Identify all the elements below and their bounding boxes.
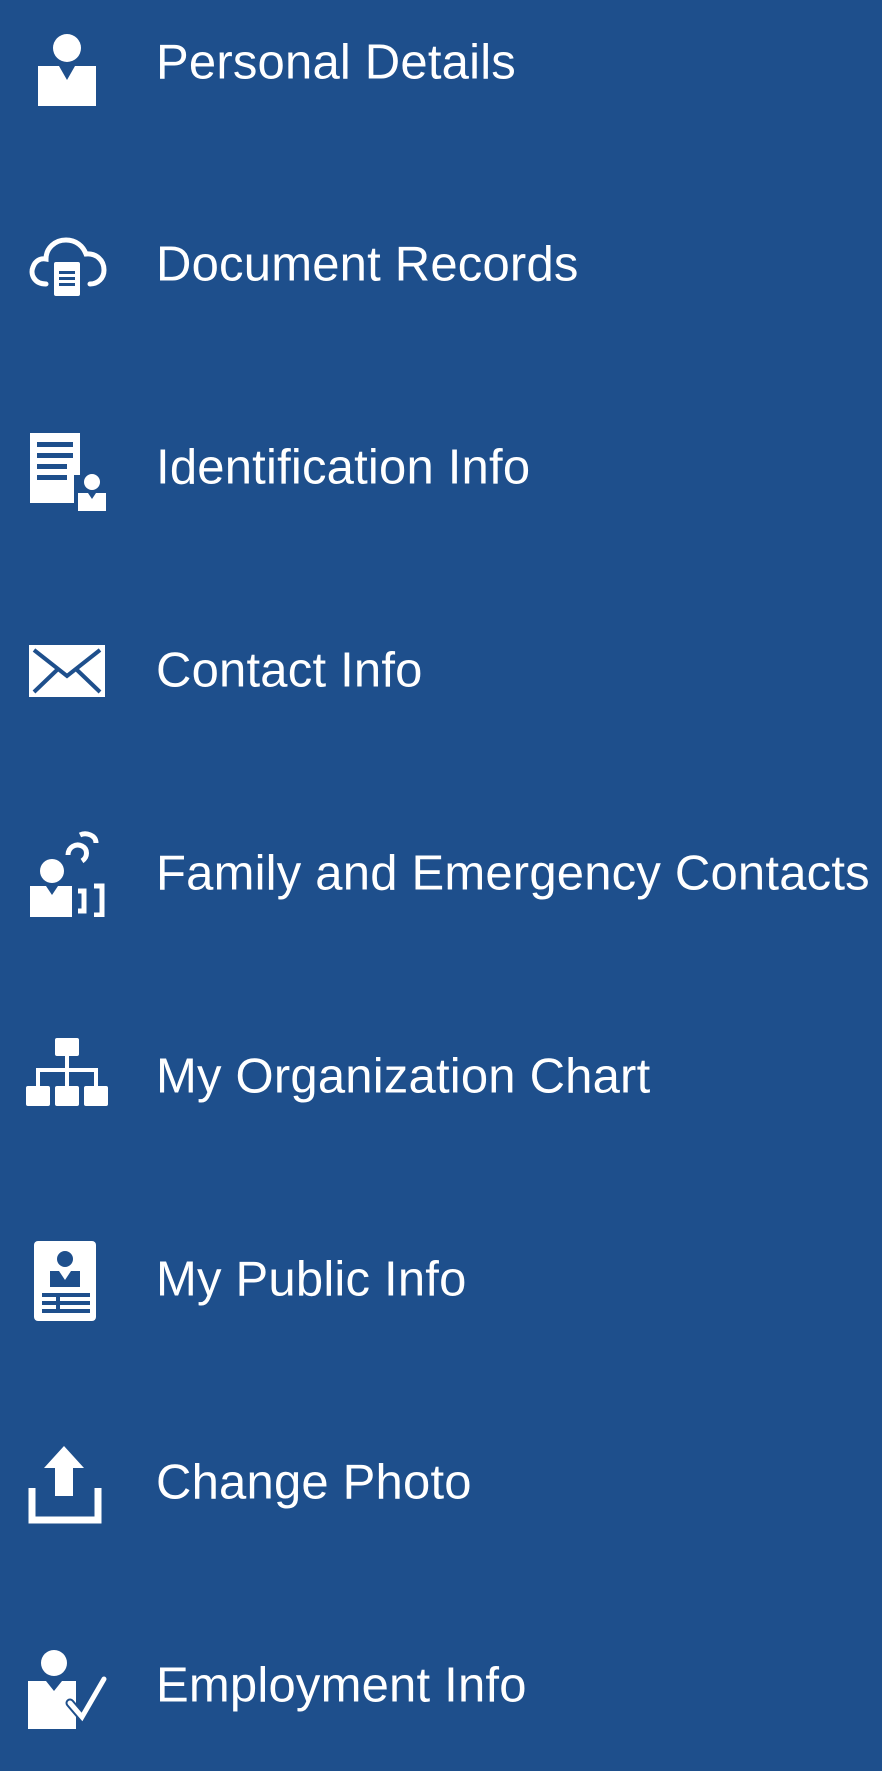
menu-item-employment-info[interactable]: Employment Info: [0, 1601, 882, 1771]
menu-item-label: Document Records: [156, 237, 579, 292]
envelope-icon: [24, 628, 110, 714]
menu-item-label: Identification Info: [156, 440, 531, 495]
menu-item-contact-info[interactable]: Contact Info: [0, 586, 882, 756]
cloud-document-icon: [24, 222, 110, 308]
menu-item-label: My Organization Chart: [156, 1049, 651, 1104]
menu-item-label: Family and Emergency Contacts: [156, 846, 870, 901]
menu-item-label: Contact Info: [156, 643, 423, 698]
id-document-icon: [24, 425, 110, 511]
family-contacts-icon: [24, 831, 110, 917]
menu-item-public-info[interactable]: My Public Info: [0, 1195, 882, 1365]
person-check-icon: [24, 1643, 110, 1729]
person-icon: [24, 20, 110, 106]
menu-item-label: Employment Info: [156, 1658, 527, 1713]
id-badge-icon: [24, 1237, 110, 1323]
menu-item-personal-details[interactable]: Personal Details: [0, 0, 882, 148]
menu-item-family-emergency-contacts[interactable]: Family and Emergency Contacts: [0, 789, 882, 959]
profile-menu: Personal Details Document Records Identi…: [0, 0, 882, 1729]
menu-item-label: My Public Info: [156, 1252, 467, 1307]
menu-item-change-photo[interactable]: Change Photo: [0, 1398, 882, 1568]
menu-item-document-records[interactable]: Document Records: [0, 180, 882, 350]
menu-item-label: Personal Details: [156, 35, 516, 90]
menu-item-identification-info[interactable]: Identification Info: [0, 383, 882, 553]
upload-icon: [24, 1440, 110, 1526]
menu-item-organization-chart[interactable]: My Organization Chart: [0, 992, 882, 1162]
org-chart-icon: [24, 1034, 110, 1120]
menu-item-label: Change Photo: [156, 1455, 472, 1510]
